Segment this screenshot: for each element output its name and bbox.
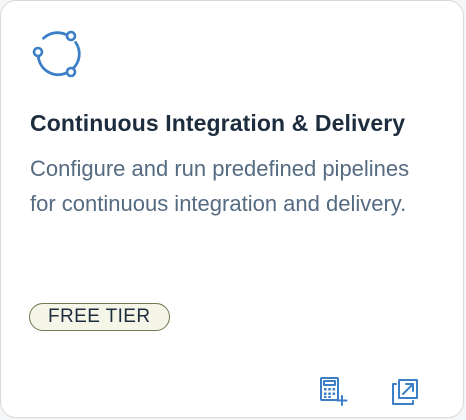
cicd-cycle-icon bbox=[32, 30, 81, 78]
card-title: Continuous Integration & Delivery bbox=[30, 110, 406, 136]
free-tier-badge: FREE TIER bbox=[29, 303, 170, 331]
calculator-add-icon[interactable] bbox=[317, 375, 349, 407]
open-in-new-window-icon[interactable] bbox=[389, 375, 421, 407]
card-description: Configure and run predefined pipelines f… bbox=[30, 156, 410, 216]
service-card[interactable]: Continuous Integration & Delivery Config… bbox=[0, 0, 464, 418]
